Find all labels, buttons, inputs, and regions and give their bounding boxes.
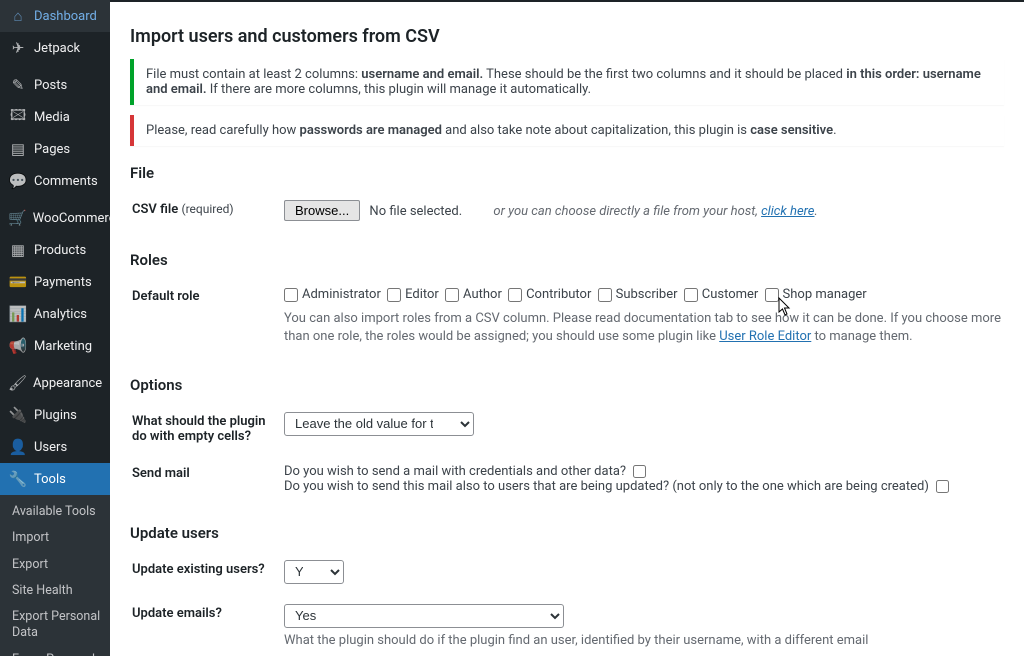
menu-label: Dashboard	[34, 9, 97, 24]
empty-cells-select[interactable]: Leave the old value for this metadata	[284, 412, 474, 436]
menu-icon: 🔌	[8, 405, 28, 425]
menu-item[interactable]: 🖾 Media	[0, 101, 110, 133]
role-checkbox[interactable]	[598, 288, 612, 302]
role-option[interactable]: Administrator	[284, 287, 381, 302]
menu-item[interactable]: 🔧 Tools	[0, 463, 110, 495]
menu-item[interactable]: ⌂ Dashboard	[0, 0, 110, 32]
role-checkboxes: Administrator Editor Author Contributor …	[284, 287, 1002, 306]
menu-item[interactable]: 🛒 WooCommerce	[0, 202, 110, 234]
section-file: File	[130, 164, 1004, 182]
menu-icon: 🔧	[8, 469, 28, 489]
menu-label: Media	[34, 110, 70, 125]
send-mail-q1: Do you wish to send a mail with credenti…	[284, 464, 626, 479]
menu-label: Jetpack	[34, 41, 80, 56]
menu-icon: 📊	[8, 304, 28, 324]
update-existing-label: Update existing users?	[132, 552, 282, 594]
update-emails-select[interactable]: Yes	[284, 604, 564, 628]
submenu-item[interactable]: Available Tools	[0, 499, 110, 525]
menu-icon: ✈	[8, 38, 28, 58]
admin-bar	[110, 0, 1024, 2]
menu-label: Plugins	[34, 408, 77, 423]
section-options: Options	[130, 376, 1004, 394]
menu-icon: ⌂	[8, 6, 28, 26]
role-checkbox[interactable]	[684, 288, 698, 302]
menu-item[interactable]: 💬 Comments	[0, 165, 110, 197]
update-existing-select[interactable]: Yes	[284, 560, 344, 584]
menu-label: Comments	[34, 174, 98, 189]
menu-label: Tools	[34, 472, 66, 487]
menu-label: Analytics	[34, 307, 87, 322]
menu-icon: 🖾	[8, 107, 28, 127]
submenu-item[interactable]: Erase Personal Data	[0, 647, 110, 656]
admin-sidebar: ⌂ Dashboard ✈ Jetpack ✎ Posts 🖾 Media ▤ Pages 💬 Com…	[0, 0, 110, 656]
menu-label: Pages	[34, 142, 70, 157]
menu-label: WooCommerce	[33, 211, 110, 226]
file-hint: or you can choose directly a file from y…	[493, 204, 817, 219]
submenu-item[interactable]: Export	[0, 552, 110, 578]
roles-description: You can also import roles from a CSV col…	[284, 310, 1002, 346]
default-role-label: Default role	[132, 279, 282, 356]
send-mail-label: Send mail	[132, 456, 282, 504]
role-option[interactable]: Shop manager	[765, 287, 867, 302]
page-title: Import users and customers from CSV	[130, 26, 1004, 47]
menu-label: Posts	[34, 78, 67, 93]
submenu-item[interactable]: Export Personal Data	[0, 604, 110, 647]
menu-icon: ▤	[8, 139, 28, 159]
menu-label: Appearance	[33, 376, 102, 391]
click-here-link[interactable]: click here	[761, 204, 814, 219]
menu-icon: 💳	[8, 272, 28, 292]
menu-item[interactable]: 📊 Analytics	[0, 298, 110, 330]
notice-passwords: Please, read carefully how passwords are…	[130, 115, 1004, 146]
menu-label: Payments	[34, 275, 92, 290]
update-emails-label: Update emails?	[132, 596, 282, 656]
menu-item[interactable]: ✈ Jetpack	[0, 32, 110, 64]
send-mail-checkbox[interactable]	[633, 465, 646, 478]
menu-item[interactable]: ✎ Posts	[0, 69, 110, 101]
role-option[interactable]: Subscriber	[598, 287, 678, 302]
main-content: Import users and customers from CSV File…	[110, 0, 1024, 656]
user-role-editor-link[interactable]: User Role Editor	[719, 329, 811, 344]
menu-icon: 🛒	[8, 208, 27, 228]
menu-icon: ▦	[8, 240, 28, 260]
notice-file-columns: File must contain at least 2 columns: us…	[130, 59, 1004, 105]
menu-icon: ✎	[8, 75, 28, 95]
role-option[interactable]: Author	[445, 287, 502, 302]
role-option[interactable]: Editor	[387, 287, 439, 302]
menu-label: Products	[34, 243, 86, 258]
empty-cells-label: What should the plugin do with empty cel…	[132, 404, 282, 454]
menu-icon: 🖌	[8, 373, 27, 393]
role-checkbox[interactable]	[445, 288, 459, 302]
role-checkbox[interactable]	[387, 288, 401, 302]
menu-item[interactable]: ▦ Products	[0, 234, 110, 266]
menu-item[interactable]: ▤ Pages	[0, 133, 110, 165]
role-checkbox[interactable]	[765, 288, 779, 302]
role-option[interactable]: Contributor	[508, 287, 591, 302]
menu-icon: 💬	[8, 171, 28, 191]
menu-item[interactable]: 💳 Payments	[0, 266, 110, 298]
no-file-text: No file selected.	[369, 204, 462, 219]
section-update-users: Update users	[130, 524, 1004, 542]
browse-button[interactable]: Browse...	[284, 200, 360, 221]
menu-icon: 📢	[8, 336, 28, 356]
menu-icon: 👤	[8, 437, 28, 457]
menu-item[interactable]: 📢 Marketing	[0, 330, 110, 362]
submenu-item[interactable]: Import	[0, 525, 110, 551]
role-checkbox[interactable]	[508, 288, 522, 302]
menu-item[interactable]: 🖌 Appearance	[0, 367, 110, 399]
role-checkbox[interactable]	[284, 288, 298, 302]
csv-file-label: CSV file (required)	[132, 192, 282, 231]
section-roles: Roles	[130, 251, 1004, 269]
menu-label: Marketing	[34, 339, 92, 354]
menu-item[interactable]: 🔌 Plugins	[0, 399, 110, 431]
send-mail-updated-checkbox[interactable]	[936, 480, 949, 493]
menu-label: Users	[34, 440, 67, 455]
role-option[interactable]: Customer	[684, 287, 759, 302]
send-mail-q2: Do you wish to send this mail also to us…	[284, 479, 929, 494]
menu-item[interactable]: 👤 Users	[0, 431, 110, 463]
submenu-item[interactable]: Site Health	[0, 578, 110, 604]
update-emails-desc: What the plugin should do if the plugin …	[284, 632, 1002, 650]
